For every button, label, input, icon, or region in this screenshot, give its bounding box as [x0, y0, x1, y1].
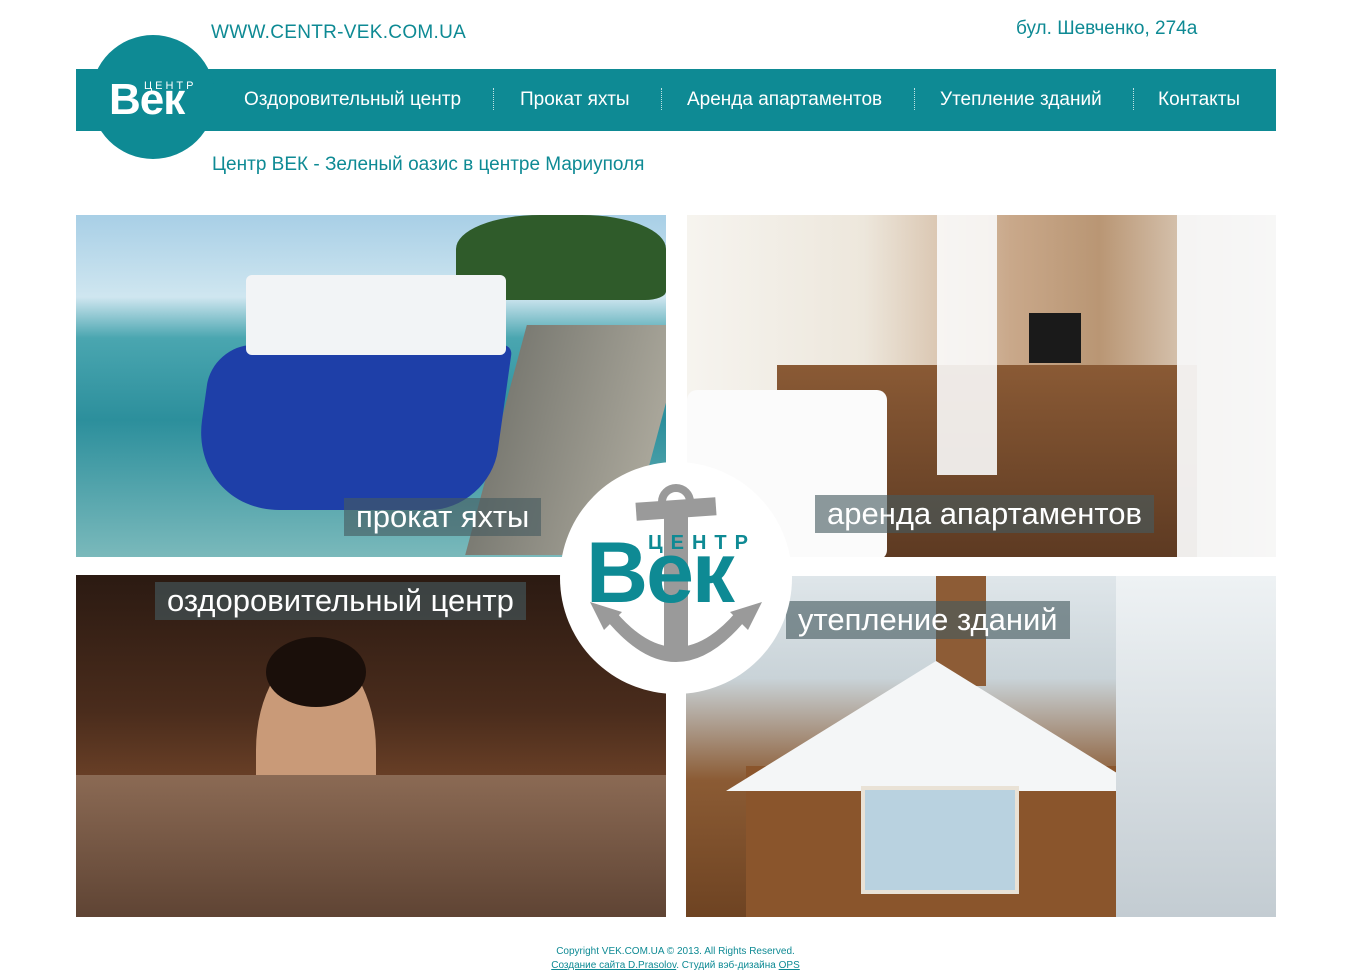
tile-caption-health: оздоровительный центр: [155, 582, 526, 620]
tile-caption-insulation: утепление зданий: [786, 601, 1070, 639]
center-anchor-logo[interactable]: ЦЕНТР Век: [560, 462, 792, 694]
curtain-image: [1177, 215, 1276, 557]
tile-caption-yacht: прокат яхты: [344, 498, 542, 536]
nav-item-contacts[interactable]: Контакты: [1158, 69, 1240, 131]
site-url[interactable]: WWW.CENTR-VEK.COM.UA: [211, 22, 466, 44]
credit-separator: . Студий вэб-дизайна: [676, 960, 776, 971]
page-tagline: Центр ВЕК - Зеленый оазис в центре Мариу…: [212, 154, 645, 175]
nav-separator: [661, 88, 662, 110]
footer-copyright: Copyright VEK.COM.UA © 2013. All Rights …: [556, 946, 795, 957]
main-navbar: Оздоровительный центр Прокат яхты Аренда…: [76, 69, 1276, 131]
hair-image: [266, 637, 366, 707]
nav-item-yacht-rental[interactable]: Прокат яхты: [520, 69, 630, 131]
yacht-cabin-image: [246, 275, 506, 355]
snowy-tree-image: [1116, 576, 1276, 917]
footer-credit: Создание сайта D.Prasolov. Студий вэб-ди…: [0, 960, 1351, 971]
logo-brand-text: Век: [109, 75, 185, 124]
address: бул. Шевченко, 274а: [1016, 18, 1198, 39]
nav-separator: [1133, 88, 1134, 110]
spa-tub-image: [76, 775, 666, 917]
credit-link[interactable]: Создание сайта D.Prasolov: [551, 960, 676, 971]
site-logo[interactable]: ЦЕНТР Век: [91, 35, 215, 159]
nav-separator: [914, 88, 915, 110]
nav-item-insulation[interactable]: Утепление зданий: [940, 69, 1102, 131]
nav-item-apartments[interactable]: Аренда апартаментов: [687, 69, 882, 131]
nav-separator: [493, 88, 494, 110]
tv-image: [1029, 313, 1081, 363]
badge-brand-text: Век: [586, 525, 735, 621]
nav-item-health-center[interactable]: Оздоровительный центр: [244, 69, 461, 131]
yacht-hull-image: [189, 345, 513, 510]
studio-link[interactable]: OPS: [779, 960, 800, 971]
tile-caption-apartments: аренда апартаментов: [815, 495, 1154, 533]
curtain-image: [937, 215, 997, 475]
house-window-image: [861, 786, 1019, 894]
